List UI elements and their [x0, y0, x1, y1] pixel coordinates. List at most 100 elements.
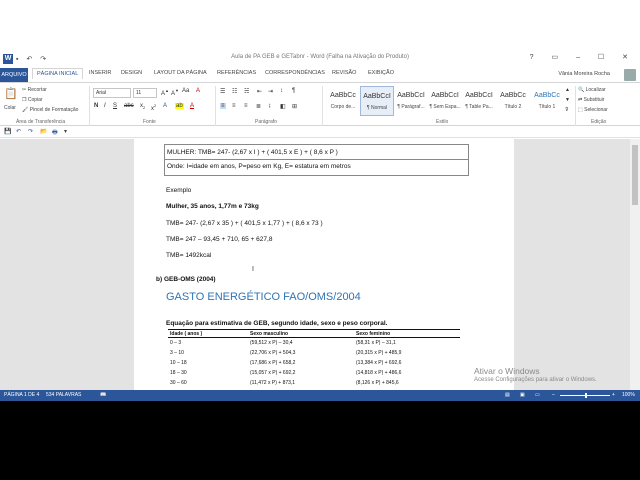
line-spacing-icon[interactable]: ↨: [268, 103, 271, 109]
table-cell: 30 – 60: [170, 379, 187, 386]
borders-icon[interactable]: ⊞: [292, 103, 297, 110]
table-cell: (14,818 x P) + 486,6: [356, 369, 402, 376]
copy-button[interactable]: ❐ Copiar: [22, 97, 43, 103]
calc-line-1: TMB= 247- (2,67 x 35 ) + ( 401,5 x 1,77 …: [166, 220, 323, 227]
shading-icon[interactable]: ◧: [280, 103, 286, 110]
redo-icon[interactable]: ↷: [28, 128, 33, 135]
find-button[interactable]: 🔍 Localizar: [578, 87, 606, 93]
formula-legend: Onde: I=idade em anos, P=peso em Kg, E= …: [167, 163, 351, 170]
select-button[interactable]: ⬚ Selecionar: [578, 107, 608, 113]
avatar[interactable]: [624, 69, 636, 81]
zoom-slider-thumb[interactable]: [585, 393, 587, 398]
table-cell: (8,126 x P) + 845,6: [356, 379, 399, 386]
tab-review[interactable]: REVISÃO: [332, 70, 356, 76]
style-sample: AaBbCc: [534, 92, 560, 99]
paste-icon[interactable]: 📋: [4, 87, 18, 100]
font-name-select[interactable]: Arial: [93, 88, 131, 98]
window-controls[interactable]: ? ▭ – ☐ ✕: [530, 53, 636, 61]
cut-button[interactable]: ✂ Recortar: [22, 87, 47, 93]
shrink-font-icon[interactable]: A▼: [171, 88, 179, 97]
increase-indent-icon[interactable]: ⇥: [268, 88, 273, 95]
title-bar: W ▪ ↶ ↷ Aula de PA GEB e GETabnr - Word …: [0, 52, 640, 66]
style-tile[interactable]: AaBbCcI ¶ Sem Espa...: [428, 86, 462, 116]
multilevel-list-icon[interactable]: ☵: [244, 88, 249, 95]
scrollbar-thumb[interactable]: [632, 145, 638, 205]
tab-view[interactable]: EXIBIÇÃO: [368, 70, 394, 76]
clear-format-icon[interactable]: A: [196, 88, 200, 94]
sort-icon[interactable]: ↕: [280, 88, 283, 94]
table-row: 30 – 60 (11,472 x P) + 873,1 (8,126 x P)…: [168, 378, 460, 388]
brush-icon: 🖌: [22, 107, 30, 113]
customize-qat-icon[interactable]: ▾: [64, 128, 67, 135]
styles-more-icon[interactable]: ⊽: [565, 107, 569, 113]
zoom-in-icon[interactable]: +: [612, 392, 615, 398]
tab-references[interactable]: REFERÊNCIAS: [217, 70, 256, 76]
status-bar: PÁGINA 1 DE 4 534 PALAVRAS 📖 ▤ ▣ ▭ – + 1…: [0, 390, 640, 401]
zoom-level[interactable]: 100%: [622, 392, 635, 398]
example-case: Mulher, 35 anos, 1,77m e 73kg: [166, 203, 259, 210]
document-page[interactable]: MULHER: TMB= 247- (2,67 x I ) + ( 401,5 …: [134, 139, 514, 390]
user-name[interactable]: Vânia Moreira Rocha: [558, 71, 610, 77]
show-marks-icon[interactable]: ¶: [292, 88, 295, 94]
highlight-icon[interactable]: ab: [175, 103, 184, 109]
style-tile[interactable]: AaBbCcI ¶ Normal: [360, 86, 394, 116]
tab-insert[interactable]: INSERIR: [89, 70, 111, 76]
bold-button[interactable]: N: [94, 103, 98, 109]
save-icon[interactable]: 💾: [4, 128, 11, 135]
format-painter-button[interactable]: 🖌 Pincel de Formatação: [22, 107, 78, 113]
change-case-icon[interactable]: Aa: [182, 88, 189, 94]
quick-access-bar: 💾 ↶ ↷ 📂 🖶 ▾: [0, 126, 640, 138]
tab-layout[interactable]: LAYOUT DA PÁGINA: [154, 70, 207, 76]
table-row: 18 – 30 (15,057 x P) + 692,2 (14,818 x P…: [168, 368, 460, 378]
paste-button[interactable]: Colar: [4, 105, 16, 111]
tab-home[interactable]: PÁGINA INICIAL: [32, 68, 84, 79]
italic-button[interactable]: I: [104, 103, 106, 109]
underline-button[interactable]: S: [113, 103, 117, 109]
table-cell: (15,057 x P) + 692,2: [250, 369, 296, 376]
print-icon[interactable]: 🖶: [52, 128, 58, 138]
text-effects-icon[interactable]: A: [163, 103, 167, 109]
page-count[interactable]: PÁGINA 1 DE 4: [4, 392, 39, 398]
style-name: ¶ Sem Espa...: [429, 104, 461, 110]
styles-scroll-up-icon[interactable]: ▲: [565, 87, 570, 93]
undo-icon[interactable]: ↶: [16, 128, 21, 135]
styles-scroll-down-icon[interactable]: ▼: [565, 97, 570, 103]
superscript-button[interactable]: x2: [151, 103, 156, 112]
tab-file[interactable]: ARQUIVO: [0, 68, 28, 82]
subscript-button[interactable]: x2: [140, 103, 145, 110]
proofing-icon[interactable]: 📖: [100, 392, 106, 398]
style-tile[interactable]: AaBbCc Título 1: [530, 86, 564, 116]
tab-design[interactable]: DESIGN: [121, 70, 142, 76]
strikethrough-button[interactable]: abc: [124, 103, 134, 109]
copy-label: Copiar: [27, 97, 43, 103]
table-cell: (17,686 x P) + 658,2: [250, 359, 296, 366]
decrease-indent-icon[interactable]: ⇤: [257, 88, 262, 95]
align-left-icon[interactable]: ≡: [220, 103, 226, 109]
style-tile[interactable]: AaBbCc Corpo de...: [326, 86, 360, 116]
numbering-icon[interactable]: ☷: [232, 88, 237, 95]
web-layout-icon[interactable]: ▭: [535, 392, 540, 398]
grow-font-icon[interactable]: A▲: [161, 88, 169, 97]
print-layout-icon[interactable]: ▣: [520, 392, 525, 398]
table-header: Sexo masculino: [248, 329, 354, 338]
vertical-scrollbar[interactable]: [630, 139, 640, 390]
align-right-icon[interactable]: ≡: [244, 103, 248, 109]
table-cell: (59,512 x P) – 30,4: [250, 339, 293, 346]
example-label: Exemplo: [166, 187, 192, 194]
tab-mailings[interactable]: CORRESPONDÊNCIAS: [265, 70, 325, 76]
word-count[interactable]: 534 PALAVRAS: [46, 392, 81, 398]
style-tile[interactable]: AaBbCcI ¶ Parágraf...: [394, 86, 428, 116]
bullets-icon[interactable]: ☰: [220, 88, 225, 95]
style-tile[interactable]: AaBbCcI ¶ Table Pa...: [462, 86, 496, 116]
font-size-select[interactable]: 11: [133, 88, 157, 98]
table-header-row: Idade ( anos ) Sexo masculino Sexo femin…: [168, 329, 460, 338]
align-center-icon[interactable]: ≡: [232, 103, 236, 109]
style-name: Corpo de...: [330, 104, 356, 110]
replace-button[interactable]: ⇄ Substituir: [578, 97, 604, 103]
style-tile[interactable]: AaBbCc Título 2: [496, 86, 530, 116]
read-mode-icon[interactable]: ▤: [505, 392, 510, 398]
font-color-icon[interactable]: A: [190, 103, 194, 109]
zoom-out-icon[interactable]: –: [552, 392, 555, 398]
justify-icon[interactable]: ≣: [256, 103, 261, 110]
open-icon[interactable]: 📂: [40, 128, 47, 135]
